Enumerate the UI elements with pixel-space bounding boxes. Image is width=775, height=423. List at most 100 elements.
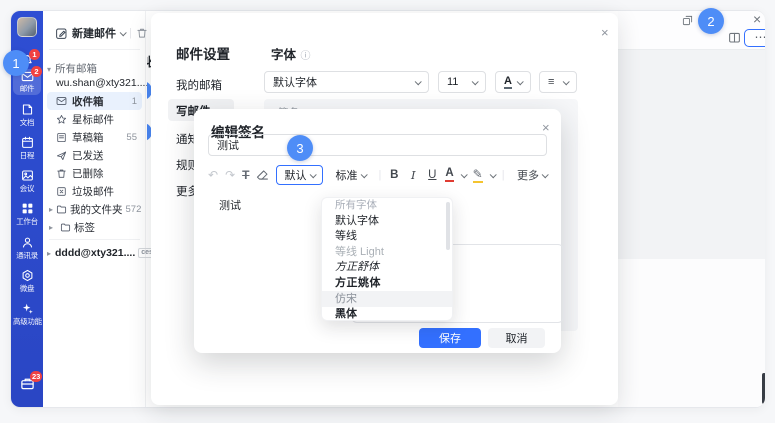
dropdown-item-heiti[interactable]: 黑体 <box>322 307 452 322</box>
font-section-title-row: 字体 ⓘ <box>271 44 310 64</box>
chevron-down-icon[interactable] <box>120 29 127 36</box>
sparkle-icon <box>21 302 34 315</box>
folder-sent[interactable]: 已发送 <box>47 146 142 164</box>
notification-badge: 1 <box>29 49 40 60</box>
rail-item-docs[interactable]: 文档 <box>13 103 41 128</box>
reading-layout-icon[interactable] <box>728 31 741 44</box>
folder-my-folders[interactable]: ▸ 我的文件夹 572 <box>47 200 142 218</box>
folder-junk[interactable]: 垃圾邮件 <box>47 182 142 200</box>
font-family-dropdown-button[interactable]: 默认 <box>276 165 323 185</box>
font-section-title: 字体 <box>271 48 296 62</box>
reading-pane-white <box>618 259 765 407</box>
font-select-value: 默认字体 <box>273 74 317 90</box>
scrollbar-thumb[interactable] <box>762 373 765 404</box>
rail-label: 微盘 <box>13 283 41 294</box>
trash-icon <box>56 168 67 179</box>
clear-format-icon[interactable]: T <box>242 169 249 181</box>
signature-name-input[interactable]: 测试 <box>208 134 547 156</box>
folder-count: 55 <box>126 132 142 143</box>
popout-icon[interactable] <box>682 15 693 26</box>
folder-inbox[interactable]: 收件箱 1 <box>47 92 142 110</box>
dropdown-item-default-font[interactable]: 默认字体 <box>322 214 452 230</box>
toolbar-underline <box>49 49 140 50</box>
settings-close-icon[interactable]: × <box>601 25 609 40</box>
background-reading-pane: | — × ⋯ <box>618 11 765 407</box>
redo-icon[interactable]: ↷ <box>225 169 235 181</box>
undo-icon[interactable]: ↶ <box>208 169 218 181</box>
eraser-icon[interactable] <box>256 169 269 181</box>
inbox-icon <box>56 96 67 106</box>
settings-title: 邮件设置 <box>176 43 230 63</box>
folder-starred[interactable]: 星标邮件 <box>47 110 142 128</box>
highlight-color-button[interactable]: ✎ <box>473 168 483 183</box>
rail-item-calendar[interactable]: 日程 <box>13 136 41 161</box>
folder-icon <box>56 204 67 215</box>
all-mailboxes-group[interactable]: ▾所有邮箱 <box>47 61 97 76</box>
settings-nav-my-mailbox[interactable]: 我的邮箱 <box>176 77 222 93</box>
rail-item-drive[interactable]: 微盘 <box>13 269 41 294</box>
folder-name: 已发送 <box>72 148 104 163</box>
drive-icon <box>21 269 34 282</box>
dropdown-item-fangzheng-shuti[interactable]: 方正舒体 <box>322 260 452 276</box>
user-avatar[interactable] <box>17 17 37 37</box>
compose-icon <box>55 27 68 40</box>
save-button[interactable]: 保存 <box>419 328 481 348</box>
rail-item-contacts[interactable]: 通讯录 <box>13 236 41 261</box>
close-window-button[interactable]: × <box>753 13 761 25</box>
dropdown-item-fangsong[interactable]: 仿宋 <box>322 291 452 307</box>
info-icon: ⓘ <box>300 51 310 62</box>
dropdown-item-fangzheng-yaoti[interactable]: 方正姚体 <box>322 276 452 292</box>
folder-name: 星标邮件 <box>72 112 114 127</box>
account-secondary[interactable]: ▸dddd@xty321....ces <box>47 247 156 259</box>
font-family-dropdown-menu: 所有字体 默认字体 等线 等线 Light 方正舒体 方正姚体 仿宋 黑体 <box>321 197 453 321</box>
app-window: 1 邮件 2 文档 日程 会议 <box>10 10 765 408</box>
font-size-select[interactable]: 11 <box>438 71 486 93</box>
cancel-button[interactable]: 取消 <box>488 328 545 348</box>
dropdown-item-dengxian-light[interactable]: 等线 Light <box>322 245 452 261</box>
account-divider <box>49 239 140 240</box>
rail-item-workbench[interactable]: 工作台 <box>13 202 41 227</box>
rail-item-advanced[interactable]: 高级功能 <box>13 302 41 327</box>
folder-drafts[interactable]: 草稿箱 55 <box>47 128 142 146</box>
default-font-select[interactable]: 默认字体 <box>264 71 429 93</box>
folder-deleted[interactable]: 已删除 <box>47 164 142 182</box>
folder-name: 已删除 <box>72 166 104 181</box>
dropdown-scrollbar-thumb[interactable] <box>446 202 450 250</box>
font-color-button[interactable]: A <box>495 71 531 93</box>
editor-content-text[interactable]: 测试 <box>219 197 241 213</box>
chevron-down-icon <box>542 171 549 178</box>
tag-folder-icon <box>60 222 71 233</box>
bold-button[interactable]: B <box>388 169 400 181</box>
edit-dialog-close-icon[interactable]: × <box>542 120 550 135</box>
folder-name: 收件箱 <box>72 94 104 109</box>
expand-icon: ▸ <box>47 249 55 258</box>
compose-button[interactable]: 新建邮件 | <box>55 22 148 44</box>
chevron-down-icon[interactable] <box>460 171 467 178</box>
more-options-button[interactable]: ⋯ <box>744 29 765 47</box>
pen-icon: ✎ <box>473 167 483 181</box>
chevron-down-icon[interactable] <box>489 171 496 178</box>
compose-label: 新建邮件 <box>72 25 116 41</box>
people-icon <box>21 236 34 249</box>
toolbar-divider-line <box>618 49 765 50</box>
rail-label: 工作台 <box>13 216 41 227</box>
font-color-button[interactable]: A <box>445 168 453 182</box>
rail-label: 日程 <box>13 150 41 161</box>
collapse-icon: ▾ <box>47 65 55 74</box>
underline-button[interactable]: U <box>426 169 438 181</box>
annotation-step-2: 2 <box>698 8 724 34</box>
document-icon <box>21 103 34 116</box>
list-format-button[interactable]: ≡ <box>539 71 577 93</box>
italic-button[interactable]: I <box>407 168 419 182</box>
toolbar-more-button[interactable]: 更多 <box>517 167 547 183</box>
calendar-icon <box>21 136 34 149</box>
font-size-dropdown-button[interactable]: 标准 <box>330 165 371 185</box>
dropdown-item-dengxian[interactable]: 等线 <box>322 229 452 245</box>
expand-icon: ▸ <box>49 223 57 232</box>
folder-tags[interactable]: ▸ 标签 <box>47 218 142 236</box>
trash-icon[interactable] <box>136 27 148 39</box>
expand-icon: ▸ <box>49 205 53 214</box>
chevron-down-icon <box>361 171 368 178</box>
rail-item-meeting[interactable]: 会议 <box>13 169 41 194</box>
account-primary[interactable]: wu.shan@xty321.... <box>56 77 148 89</box>
